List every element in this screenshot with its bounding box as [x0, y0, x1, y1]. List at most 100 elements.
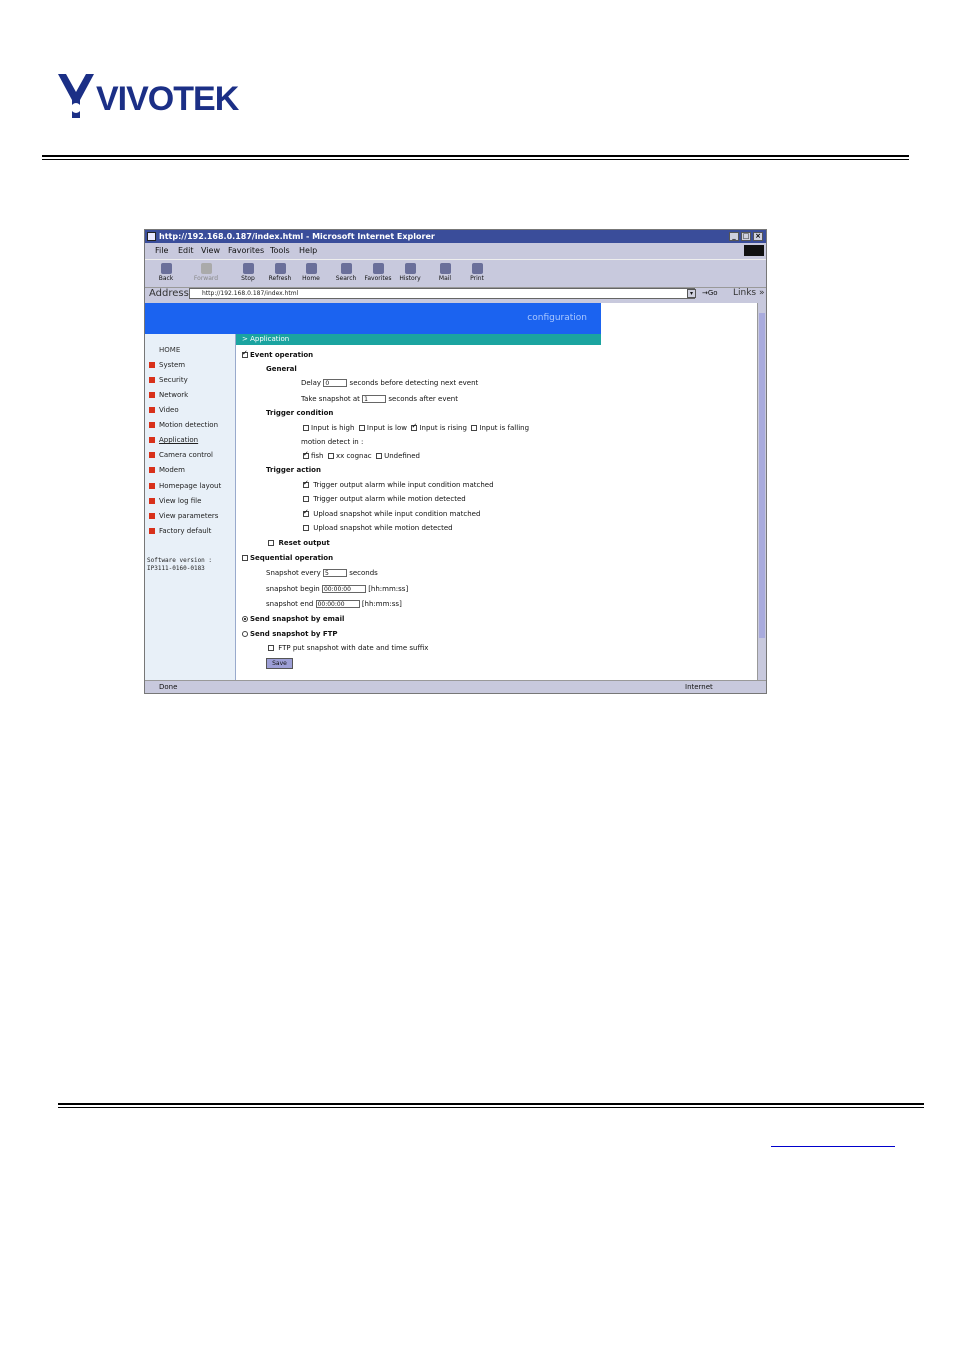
snapshot-every-label: Snapshot every — [266, 569, 321, 577]
history-button[interactable]: History — [395, 262, 425, 286]
stop-button[interactable]: Stop — [233, 262, 263, 286]
fish-checkbox[interactable] — [303, 450, 309, 459]
section-title: > Application — [242, 335, 290, 343]
search-button[interactable]: Search — [331, 262, 361, 286]
home-label: Home — [302, 275, 320, 282]
menu-view[interactable]: View — [201, 246, 220, 255]
delay-label: Delay — [301, 379, 322, 387]
ftp-suffix-checkbox[interactable] — [268, 645, 274, 651]
nav-item-video[interactable]: Video — [149, 406, 179, 414]
menu-edit[interactable]: Edit — [178, 246, 194, 255]
vertical-scrollbar[interactable] — [757, 303, 766, 680]
send-email-radio[interactable] — [242, 616, 248, 622]
take-snapshot-input[interactable]: 1 — [362, 395, 387, 403]
links-label: Links — [733, 288, 757, 298]
nav-item-factory-default[interactable]: Factory default — [149, 527, 211, 535]
bullet-icon — [149, 528, 155, 534]
links-button[interactable]: Links » — [733, 288, 765, 298]
action-row-2: Trigger output alarm while motion detect… — [303, 495, 466, 503]
print-button[interactable]: Print — [462, 262, 492, 286]
action-2-label: Trigger output alarm while motion detect… — [313, 495, 466, 503]
banner-text: configuration — [527, 313, 587, 323]
menu-tools[interactable]: Tools — [270, 246, 290, 255]
nav-item-motion-detection[interactable]: Motion detection — [149, 421, 218, 429]
input-low-label: Input is low — [366, 424, 408, 432]
action-4-checkbox[interactable] — [303, 525, 309, 531]
forward-icon — [200, 263, 212, 274]
home-button[interactable]: Home — [296, 262, 326, 286]
menu-help[interactable]: Help — [299, 246, 317, 255]
nav-item-label: View parameters — [159, 512, 219, 520]
bullet-icon — [149, 467, 155, 473]
section-title-bar: > Application — [236, 334, 601, 345]
status-zone: Internet — [685, 683, 713, 691]
maximize-button[interactable]: □ — [741, 232, 751, 241]
snapshot-begin-input[interactable]: 00:00:00 — [321, 585, 366, 593]
toolbar: Back Forward Stop Refresh Home Search Fa… — [145, 259, 766, 288]
nav-item-application[interactable]: Application — [149, 436, 198, 444]
nav-item-label: Application — [159, 436, 199, 444]
nav-item-network[interactable]: Network — [149, 391, 188, 399]
input-high-checkbox[interactable] — [303, 425, 309, 431]
trigger-condition-row: Input is high Input is low Input is risi… — [303, 422, 529, 432]
event-operation-checkbox[interactable] — [242, 349, 248, 358]
close-button[interactable]: × — [753, 232, 763, 241]
snapshot-end-input[interactable]: 00:00:00 — [315, 600, 360, 608]
nav-item-camera-control[interactable]: Camera control — [149, 451, 213, 459]
stop-label: Stop — [241, 275, 255, 282]
input-rising-checkbox[interactable] — [411, 422, 418, 431]
go-button[interactable]: →Go — [702, 289, 718, 297]
back-button[interactable]: Back — [151, 262, 181, 286]
mail-button[interactable]: Mail — [430, 262, 460, 286]
nav-item-homepage-layout[interactable]: Homepage layout — [149, 482, 221, 490]
action-3-checkbox[interactable] — [303, 508, 309, 517]
event-operation-row: Event operation — [242, 349, 314, 359]
menu-favorites[interactable]: Favorites — [228, 246, 264, 255]
ftp-suffix-row: FTP put snapshot with date and time suff… — [268, 644, 428, 652]
snapshot-end-suffix: [hh:mm:ss] — [361, 600, 402, 608]
save-button[interactable]: Save — [266, 658, 293, 669]
input-low-checkbox[interactable] — [358, 425, 365, 431]
take-snapshot-label: Take snapshot at — [301, 395, 360, 403]
input-falling-checkbox[interactable] — [471, 425, 478, 431]
nav-home[interactable]: HOME — [159, 346, 180, 354]
action-1-label: Trigger output alarm while input conditi… — [313, 481, 494, 489]
stop-icon — [242, 263, 254, 274]
action-2-checkbox[interactable] — [303, 496, 309, 502]
favorites-button[interactable]: Favorites — [363, 262, 393, 286]
nav-item-system[interactable]: System — [149, 361, 185, 369]
undefined-checkbox[interactable] — [376, 453, 383, 459]
send-ftp-radio[interactable] — [242, 631, 248, 637]
motion-window-row: fish xx cognac Undefined — [303, 450, 420, 460]
footer-link[interactable] — [771, 1146, 895, 1147]
nav-item-modem[interactable]: Modem — [149, 466, 185, 474]
nav-item-view-parameters[interactable]: View parameters — [149, 512, 218, 520]
snapshot-every-suffix: seconds — [349, 569, 378, 577]
reset-output-row: Reset output — [268, 539, 330, 547]
menu-bar: File Edit View Favorites Tools Help — [145, 243, 766, 258]
history-icon — [404, 263, 416, 274]
nav-item-security[interactable]: Security — [149, 376, 188, 384]
delay-input[interactable]: 0 — [323, 379, 348, 387]
send-ftp-label: Send snapshot by FTP — [250, 630, 338, 638]
address-input[interactable]: http://192.168.0.187/index.html — [189, 288, 695, 299]
forward-button[interactable]: Forward — [191, 262, 221, 286]
xx-cognac-label: xx cognac — [335, 452, 372, 460]
xx-cognac-checkbox[interactable] — [327, 453, 334, 459]
address-dropdown-icon[interactable]: ▾ — [687, 289, 696, 298]
action-1-checkbox[interactable] — [303, 479, 309, 488]
snapshot-every-input[interactable]: 5 — [322, 569, 347, 577]
refresh-button[interactable]: Refresh — [265, 262, 295, 286]
sequential-operation-checkbox[interactable] — [242, 555, 248, 561]
minimize-button[interactable]: _ — [729, 232, 739, 241]
menu-file[interactable]: File — [155, 246, 168, 255]
event-operation-label: Event operation — [250, 351, 314, 359]
mail-icon — [439, 263, 451, 274]
nav-item-view-log-file[interactable]: View log file — [149, 497, 201, 505]
nav-item-label: Camera control — [159, 451, 213, 459]
snapshot-end-label: snapshot end — [266, 600, 314, 608]
scrollbar-thumb[interactable] — [759, 313, 765, 638]
nav-item-label: Homepage layout — [159, 482, 222, 490]
reset-output-checkbox[interactable] — [268, 540, 274, 546]
action-row-4: Upload snapshot while motion detected — [303, 524, 453, 532]
